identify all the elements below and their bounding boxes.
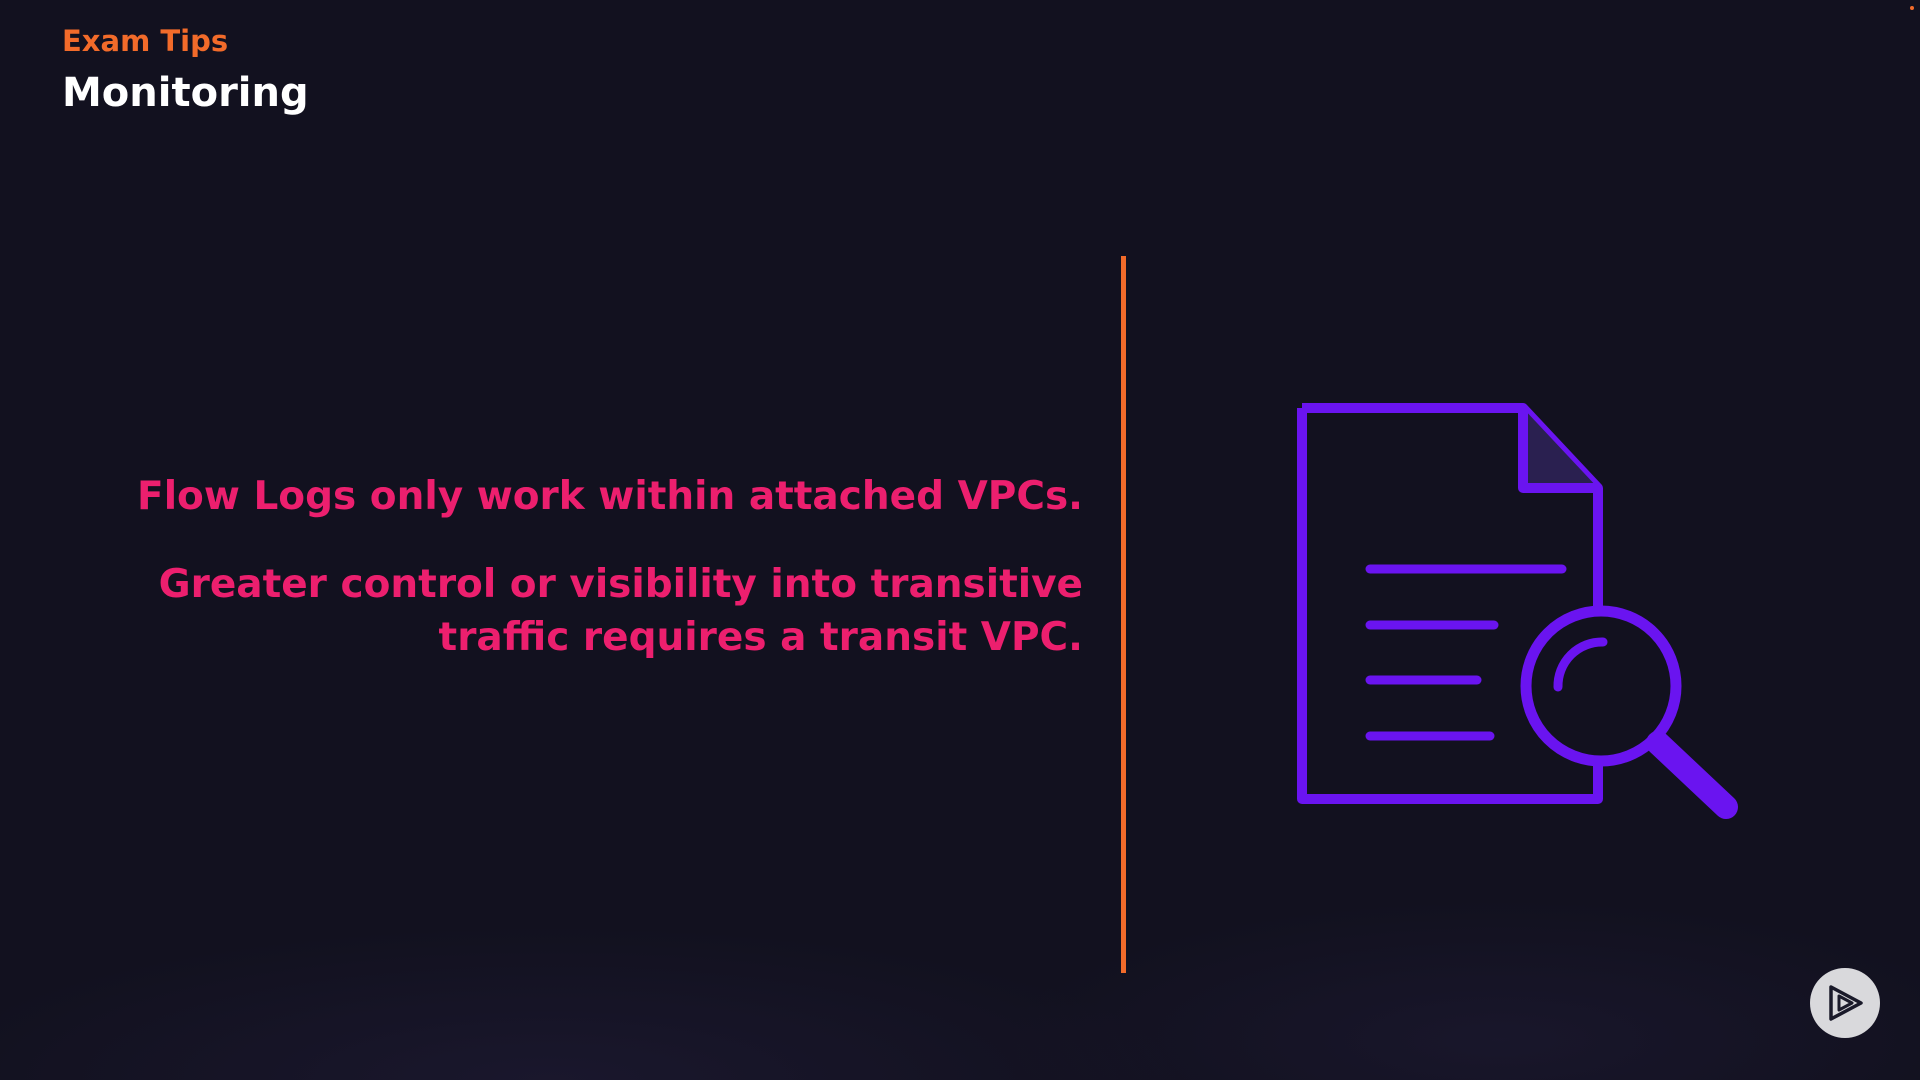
tip-text: Flow Logs only work within attached VPCs… <box>137 474 1083 519</box>
corner-dot <box>1910 6 1914 10</box>
play-logo-icon[interactable] <box>1810 968 1880 1038</box>
vertical-divider <box>1121 256 1126 973</box>
document-search-icon <box>1290 396 1750 836</box>
tips-list: Flow Logs only work within attached VPCs… <box>123 470 1083 699</box>
slide-title: Monitoring <box>62 70 309 116</box>
tip-text: Greater control or visibility into trans… <box>158 562 1083 660</box>
section-label: Exam Tips <box>62 24 229 58</box>
slide: Exam Tips Monitoring Flow Logs only work… <box>0 0 1920 1080</box>
